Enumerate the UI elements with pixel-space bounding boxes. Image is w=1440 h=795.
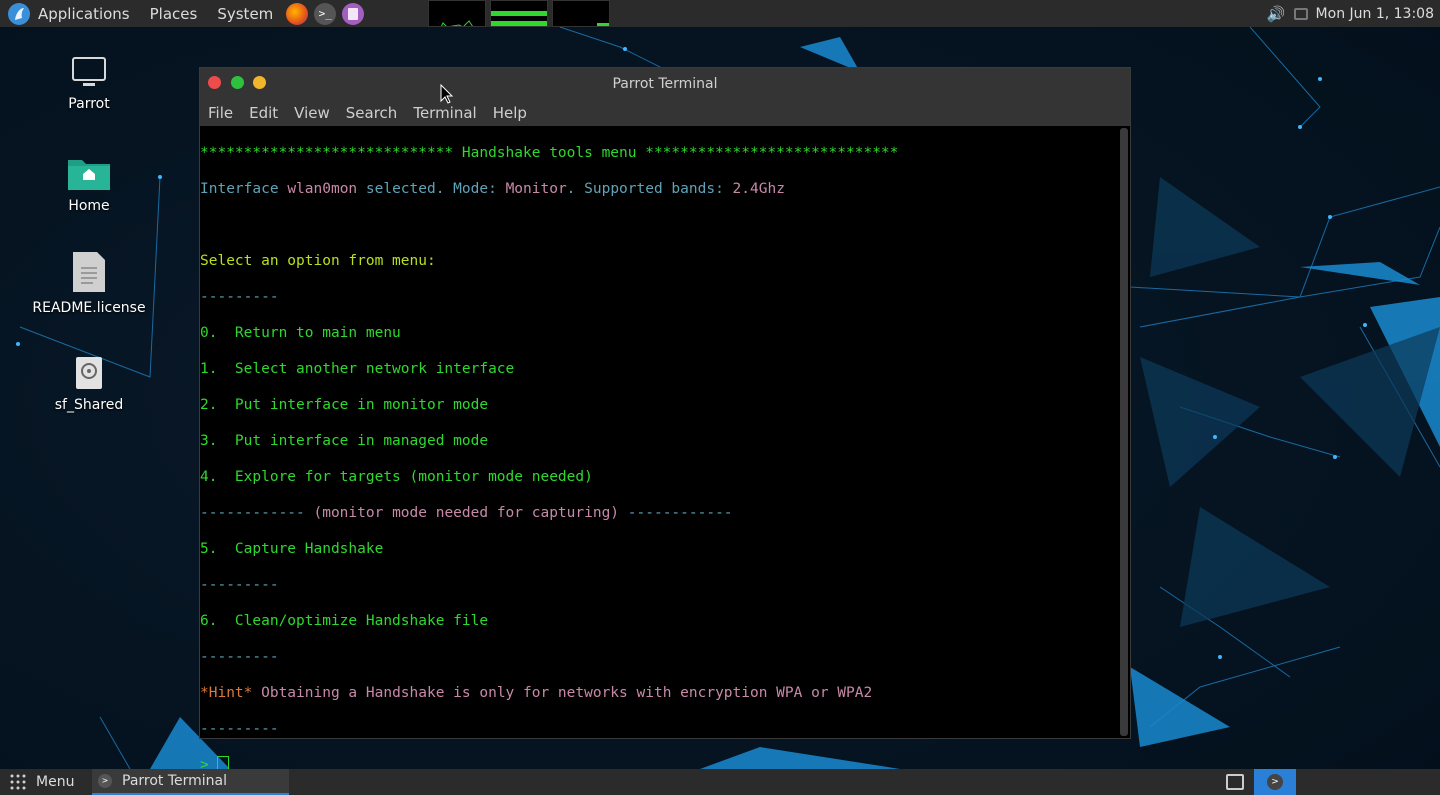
top-panel: Applications Places System >_ 🔊 Mon Jun … [0, 0, 1440, 27]
menu-help[interactable]: Help [485, 104, 535, 122]
mouse-pointer-icon [440, 84, 454, 104]
menu-search[interactable]: Search [338, 104, 406, 122]
text-editor-icon[interactable] [342, 2, 365, 25]
places-menu[interactable]: Places [140, 0, 208, 27]
system-menu-label: System [217, 4, 274, 23]
network-monitor [552, 0, 610, 27]
hint-label: *Hint* [200, 685, 253, 701]
taskbar-item-terminal[interactable]: > Parrot Terminal [92, 769, 289, 795]
interface-line: Interface wlan0mon selected. Mode: Monit… [200, 180, 1118, 198]
separator-line: --------- [200, 721, 279, 737]
iface-bands: 2.4Ghz [732, 181, 785, 197]
desktop-icon-home[interactable]: Home [29, 156, 149, 214]
iface-text-e: . Supported bands: [566, 181, 733, 197]
capture-separator-line: ------------ (monitor mode needed for ca… [200, 504, 1118, 522]
capture-sep-c: ------------ [627, 505, 733, 521]
separator-line: --------- [200, 577, 279, 593]
option-0: 0. Return to main menu [200, 325, 401, 341]
hint-text: Obtaining a Handshake is only for networ… [252, 685, 873, 701]
capture-sep-a: ------------ [200, 505, 305, 521]
computer-icon [72, 57, 106, 86]
volume-icon[interactable]: 🔊 [1267, 5, 1286, 23]
main-menu-button[interactable]: Menu [0, 769, 74, 795]
menu-file[interactable]: File [200, 104, 241, 122]
option-3: 3. Put interface in managed mode [200, 433, 489, 449]
desktop-icon-readme[interactable]: README.license [29, 250, 149, 316]
desktop-icon-label: Parrot [68, 96, 110, 112]
terminal-icon[interactable]: >_ [314, 2, 337, 25]
app-grid-icon [10, 774, 26, 790]
desktop-icon-label: Home [68, 198, 110, 214]
system-menu[interactable]: System [207, 0, 283, 27]
separator-line: --------- [200, 289, 279, 305]
capture-note: (monitor mode needed for capturing) [304, 505, 628, 521]
option-4: 4. Explore for targets (monitor mode nee… [200, 469, 593, 485]
applications-menu-label: Applications [38, 4, 130, 23]
iface-text-a: Interface [200, 181, 288, 197]
desktop-icon-parrot[interactable]: Parrot [29, 56, 149, 112]
text-file-icon [73, 252, 105, 292]
firefox-icon[interactable] [286, 2, 309, 25]
close-button[interactable] [208, 76, 221, 89]
option-2: 2. Put interface in monitor mode [200, 397, 489, 413]
terminal-scrollbar[interactable] [1120, 128, 1128, 736]
system-monitors [428, 0, 610, 27]
menu-terminal[interactable]: Terminal [405, 104, 484, 122]
minimize-button[interactable] [253, 76, 266, 89]
iface-name: wlan0mon [287, 181, 358, 197]
terminal-window: Parrot Terminal File Edit View Search Te… [199, 67, 1131, 773]
option-6: 6. Clean/optimize Handshake file [200, 613, 489, 629]
option-1: 1. Select another network interface [200, 361, 515, 377]
window-title: Parrot Terminal [612, 75, 718, 92]
panel-tray: 🔊 Mon Jun 1, 13:08 [1267, 0, 1434, 27]
header-line: ***************************** Handshake … [200, 145, 899, 161]
bottom-panel: Menu > Parrot Terminal > [0, 769, 1440, 795]
home-folder-icon [68, 160, 110, 190]
terminal-titlebar[interactable]: Parrot Terminal [200, 68, 1130, 104]
terminal-menubar: File Edit View Search Terminal Help [200, 99, 1130, 126]
main-menu-label: Menu [36, 774, 75, 790]
applications-menu[interactable]: Applications [0, 0, 140, 27]
desktop-icon-sf-shared[interactable]: sf_Shared [29, 355, 149, 413]
desktop-icon-label: README.license [32, 300, 146, 316]
terminal-output[interactable]: ***************************** Handshake … [200, 126, 1118, 773]
cpu-monitor [428, 0, 486, 27]
separator-line: --------- [200, 649, 279, 665]
network-icon[interactable] [1293, 7, 1308, 20]
menu-view[interactable]: View [286, 104, 338, 122]
option-5: 5. Capture Handshake [200, 541, 384, 557]
maximize-button[interactable] [231, 76, 244, 89]
parrot-logo-icon [8, 2, 30, 25]
workspace-switcher[interactable]: > [1254, 769, 1296, 795]
iface-text-c: selected. Mode: [357, 181, 506, 197]
memory-monitor [490, 0, 548, 27]
keyboard-layout-icon[interactable] [1226, 774, 1244, 790]
clock[interactable]: Mon Jun 1, 13:08 [1316, 6, 1434, 22]
desktop-icon-label: sf_Shared [54, 397, 124, 413]
places-menu-label: Places [149, 4, 198, 23]
terminal-icon: > [1267, 774, 1283, 790]
taskbar-item-label: Parrot Terminal [122, 773, 228, 789]
iface-mode: Monitor [505, 181, 567, 197]
menu-edit[interactable]: Edit [241, 104, 286, 122]
select-prompt-line: Select an option from menu: [200, 253, 436, 269]
terminal-icon: > [98, 774, 112, 788]
hint-line: *Hint* Obtaining a Handshake is only for… [200, 684, 1118, 702]
drive-icon [76, 357, 102, 389]
